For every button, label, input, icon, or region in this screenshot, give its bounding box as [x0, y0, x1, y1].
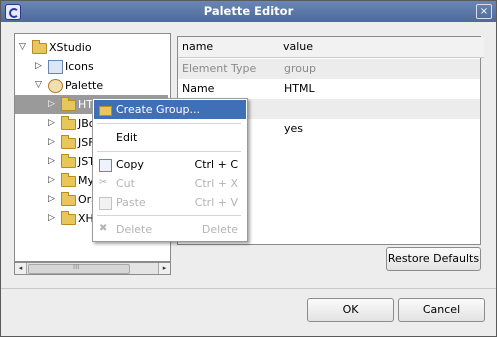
scroll-right-arrow-icon[interactable]: ▸ [158, 263, 170, 274]
collapse-twisty-icon[interactable]: ▷ [48, 152, 55, 171]
menu-item-label: Delete [116, 223, 153, 236]
expand-twisty-icon[interactable]: ▽ [35, 76, 42, 95]
close-button[interactable]: × [476, 4, 492, 19]
palette-editor-window: Palette Editor × ▽ XStudio ▷ Icons ▽ Pal… [0, 0, 497, 337]
folder-icon [61, 192, 76, 206]
tree-item-icons[interactable]: ▷ Icons [15, 57, 168, 76]
menu-item-edit[interactable]: Edit [94, 128, 246, 147]
menu-item-cut[interactable]: ✂ Cut Ctrl + X [94, 174, 246, 193]
menu-item-copy[interactable]: Copy Ctrl + C [94, 155, 246, 174]
icons-icon [48, 60, 63, 74]
paste-icon [99, 197, 112, 210]
tree-item-palette[interactable]: ▽ Palette [15, 76, 168, 95]
menu-item-paste[interactable]: Paste Ctrl + V [94, 193, 246, 212]
menu-item-label: Create Group... [116, 103, 201, 116]
scrollbar-grip-icon: III [73, 263, 80, 271]
menu-item-shortcut: Ctrl + C [194, 158, 238, 171]
tree-item-label: XStudio [49, 41, 92, 54]
column-header-name[interactable]: name [178, 37, 283, 58]
menu-item-shortcut: Delete [201, 223, 238, 236]
tree-item-label: Icons [65, 60, 94, 73]
copy-icon [99, 159, 112, 172]
collapse-twisty-icon[interactable]: ▷ [48, 114, 55, 133]
menu-separator [97, 123, 241, 124]
cell-value[interactable]: HTML [284, 79, 315, 99]
folder-icon [61, 173, 76, 187]
palette-icon [48, 79, 63, 93]
tree-horizontal-scrollbar[interactable]: ◂ III ▸ [14, 262, 171, 275]
folder-icon [61, 154, 76, 168]
expand-twisty-icon[interactable]: ▽ [19, 38, 26, 57]
create-group-icon [99, 106, 112, 116]
collapse-twisty-icon[interactable]: ▷ [48, 171, 55, 190]
cell-name: Element Type [182, 62, 257, 75]
tree-item-label: HT [78, 98, 93, 111]
folder-open-icon [32, 40, 47, 54]
collapse-twisty-icon[interactable]: ▷ [48, 190, 55, 209]
folder-icon [61, 211, 76, 225]
cut-icon: ✂ [99, 177, 108, 188]
menu-separator [97, 215, 241, 216]
folder-icon [61, 116, 76, 130]
window-title: Palette Editor [203, 4, 294, 18]
tree-item-xstudio[interactable]: ▽ XStudio [15, 38, 168, 57]
cell-value[interactable]: yes [284, 119, 303, 139]
ok-button[interactable]: OK [307, 298, 394, 322]
menu-item-shortcut: Ctrl + X [194, 177, 238, 190]
menu-item-label: Paste [116, 196, 146, 209]
collapse-twisty-icon[interactable]: ▷ [48, 133, 55, 152]
title-bar: Palette Editor × [1, 1, 496, 22]
folder-icon [61, 135, 76, 149]
collapse-twisty-icon[interactable]: ▷ [48, 209, 55, 228]
restore-defaults-button[interactable]: Restore Defaults [386, 247, 481, 271]
menu-item-create-group[interactable]: Create Group... [94, 100, 246, 119]
button-bar-divider [1, 288, 496, 289]
folder-icon [61, 97, 76, 111]
cell-name: Name [182, 82, 215, 95]
scroll-left-arrow-icon[interactable]: ◂ [15, 263, 27, 274]
context-menu: Create Group... Edit Copy Ctrl + C ✂ Cut… [92, 98, 248, 242]
menu-item-label: Copy [116, 158, 144, 171]
cell-value: group [284, 62, 316, 75]
cancel-button[interactable]: Cancel [398, 298, 485, 322]
tree-item-label: Palette [65, 79, 104, 92]
delete-icon: ✖ [99, 223, 108, 234]
menu-item-label: Edit [116, 131, 138, 144]
table-row[interactable]: Name HTML [178, 79, 480, 99]
scrollbar-thumb[interactable]: III [28, 263, 130, 274]
collapse-twisty-icon[interactable]: ▷ [48, 95, 55, 114]
menu-item-delete[interactable]: ✖ Delete Delete [94, 220, 246, 239]
table-row[interactable]: Element Type group [178, 59, 480, 79]
column-header-value[interactable]: value [279, 37, 484, 58]
menu-separator [97, 151, 241, 152]
collapse-twisty-icon[interactable]: ▷ [35, 57, 42, 76]
menu-item-label: Cut [116, 177, 135, 190]
menu-item-shortcut: Ctrl + V [194, 196, 238, 209]
